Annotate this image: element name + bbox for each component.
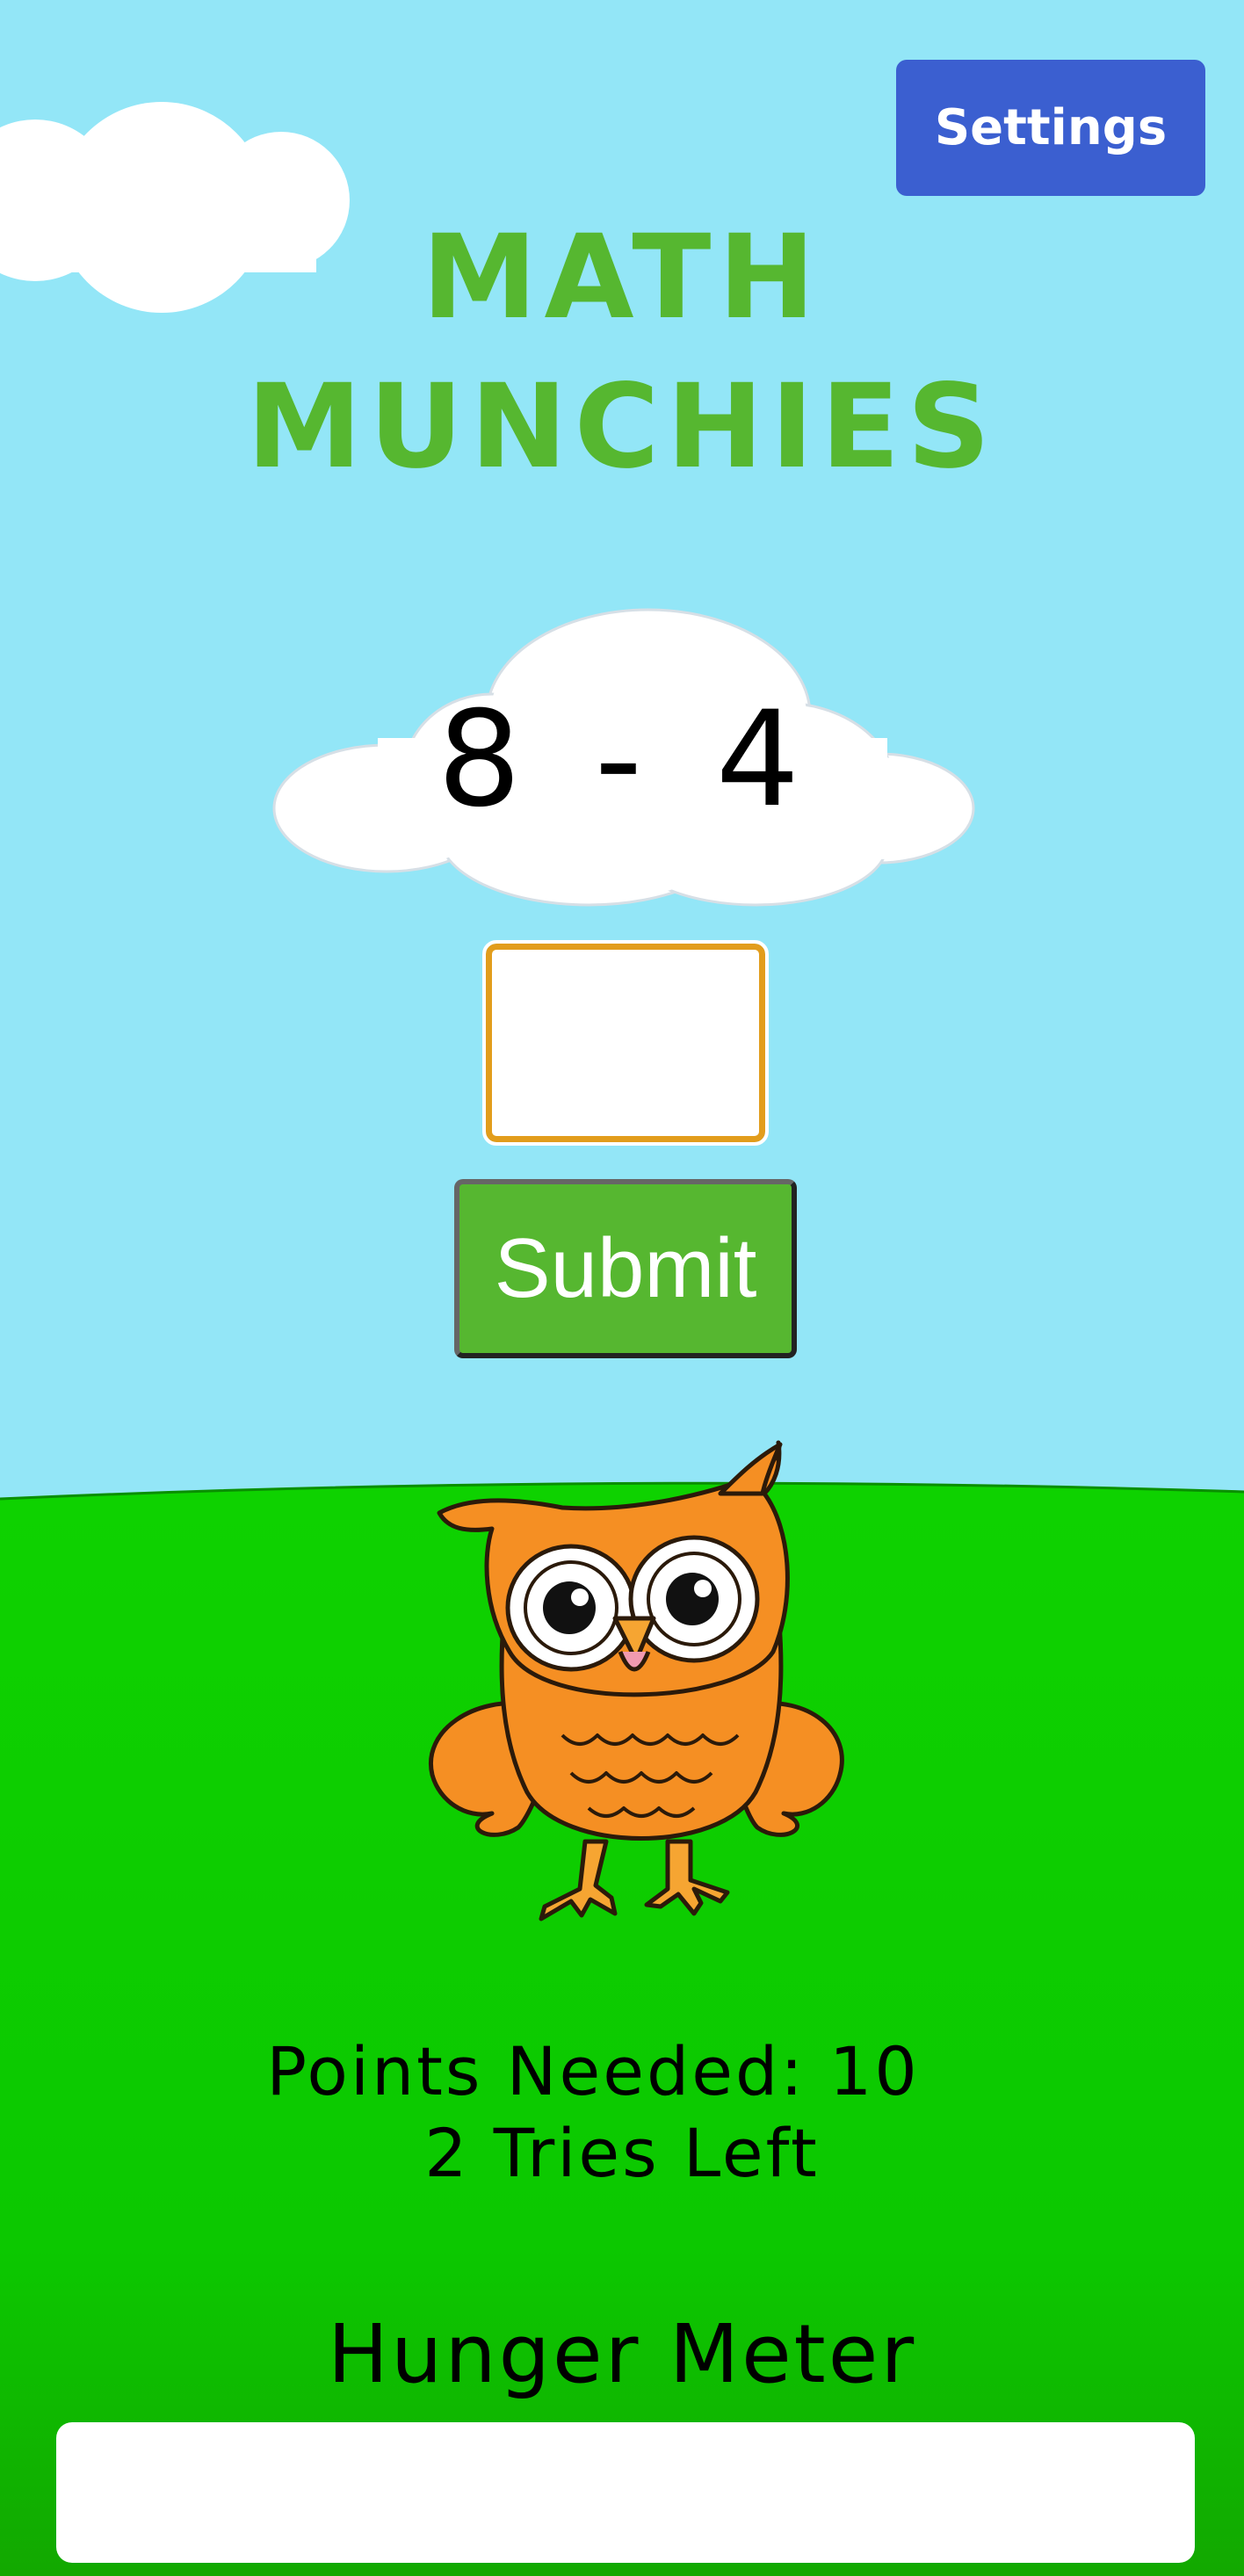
hunger-meter-bar [56,2422,1195,2563]
settings-button[interactable]: Settings [896,60,1205,196]
submit-button[interactable]: Submit [454,1179,797,1358]
tries-left-text: 2 Tries Left [424,2114,820,2192]
points-needed-text: Points Needed: 10 [266,2032,920,2110]
page-title-line2: MUNCHIES [246,359,998,495]
hunger-meter-label: Hunger Meter [327,2307,917,2401]
page-title-line1: MATH [422,210,822,345]
answer-input[interactable] [482,940,769,1146]
math-problem: 8 - 4 [437,684,807,836]
